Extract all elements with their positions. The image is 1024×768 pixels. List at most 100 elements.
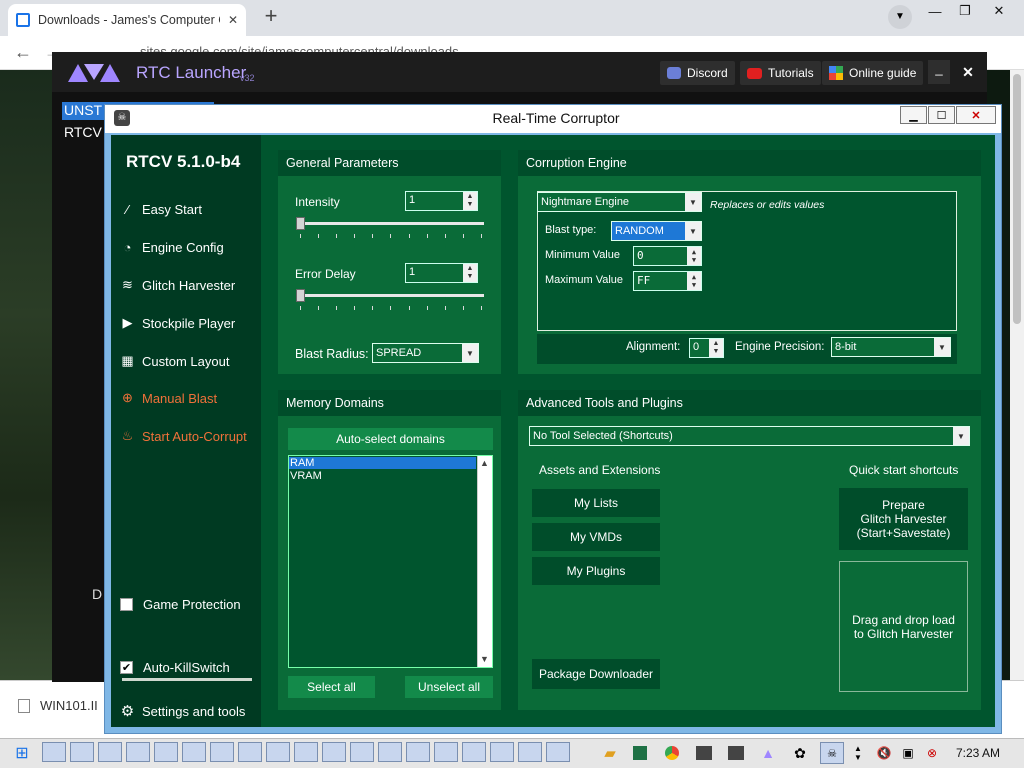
window-icon[interactable]	[434, 742, 458, 762]
window-icon[interactable]	[322, 742, 346, 762]
my-plugins-button[interactable]: My Plugins	[532, 557, 660, 585]
window-icon[interactable]	[350, 742, 374, 762]
scroll-up-icon[interactable]: ▲	[478, 458, 491, 468]
download-item[interactable]: WIN101.II	[18, 698, 98, 713]
checkbox-box[interactable]	[120, 597, 133, 611]
sidebar-item-stockpile-player[interactable]: ▶ Stockpile Player	[120, 312, 236, 334]
maximum-value-input[interactable]: FF ▲ ▼	[633, 271, 702, 291]
7zip-icon[interactable]	[724, 742, 748, 764]
my-lists-button[interactable]: My Lists	[532, 489, 660, 517]
domain-list-scrollbar[interactable]	[477, 456, 492, 667]
select-all-button[interactable]: Select all	[288, 676, 375, 698]
scroll-down-icon[interactable]: ▼	[478, 654, 491, 664]
youtube-icon	[747, 67, 762, 79]
window-icon[interactable]	[518, 742, 542, 762]
network-icon[interactable]: ▣	[896, 742, 920, 764]
window-icon[interactable]	[42, 742, 66, 762]
rtc-maximize-button[interactable]: ☐	[928, 106, 955, 124]
my-vmds-button[interactable]: My VMDs	[532, 523, 660, 551]
window-icon[interactable]	[462, 742, 486, 762]
7zip-icon[interactable]	[692, 742, 716, 764]
tutorials-button[interactable]: Tutorials	[740, 61, 821, 85]
domain-list[interactable]	[288, 455, 493, 668]
game-protection-checkbox[interactable]: Game Protection	[120, 593, 241, 615]
window-icon[interactable]	[154, 742, 178, 762]
tool-select[interactable]: No Tool Selected (Shortcuts) ▼	[529, 426, 970, 446]
spinner-arrows-icon[interactable]: ▲ ▼	[463, 192, 477, 210]
window-icon[interactable]	[546, 742, 570, 762]
error-delay-input[interactable]: 1 ▲ ▼	[405, 263, 478, 283]
app-icon[interactable]: ▲	[756, 742, 780, 764]
prepare-glitch-harvester-button[interactable]: Prepare Glitch Harvester (Start+Savestat…	[839, 488, 968, 550]
chevron-down-icon: ▼	[462, 344, 478, 362]
close-button[interactable]: ✕	[984, 0, 1014, 22]
drag-drop-zone[interactable]: Drag and drop load to Glitch Harvester	[839, 561, 968, 692]
alignment-input[interactable]: 0 ▲ ▼	[689, 338, 724, 358]
rtc-taskbar-icon[interactable]: ☠	[820, 742, 844, 764]
back-arrow-icon[interactable]: ←	[14, 42, 32, 63]
blast-radius-select[interactable]: SPREAD ▼	[372, 343, 479, 363]
tab-close-icon[interactable]: ✕	[228, 13, 238, 27]
error-delay-slider-thumb[interactable]	[296, 289, 305, 302]
start-icon[interactable]: ⊞	[10, 742, 34, 764]
launcher-close-button[interactable]: ✕	[956, 60, 980, 84]
spinner-arrows-icon[interactable]: ▲ ▼	[463, 264, 477, 282]
spinner-arrows-icon[interactable]: ▲ ▼	[687, 247, 701, 265]
package-downloader-button[interactable]: Package Downloader	[532, 659, 660, 689]
engine-precision-select[interactable]: 8-bit ▼	[831, 337, 951, 357]
window-icon[interactable]	[182, 742, 206, 762]
page-scrollbar[interactable]	[1010, 70, 1024, 680]
spinner-arrows-icon[interactable]: ▲ ▼	[687, 272, 701, 290]
alert-icon[interactable]: ⊗	[920, 742, 944, 764]
window-icon[interactable]	[490, 742, 514, 762]
intensity-slider-track[interactable]	[296, 222, 484, 225]
excel-icon[interactable]	[628, 742, 652, 764]
settings-and-tools-button[interactable]: ⚙ Settings and tools	[120, 700, 246, 722]
taskbar-clock[interactable]: 7:23 AM	[956, 746, 1000, 760]
sidebar-item-manual-blast[interactable]: ⊕ Manual Blast	[120, 387, 217, 409]
window-icon[interactable]	[210, 742, 234, 762]
sidebar-item-easy-start[interactable]: ⁄ Easy Start	[120, 198, 202, 220]
error-delay-slider-track[interactable]	[296, 294, 484, 297]
minimum-value-input[interactable]: 0 ▲ ▼	[633, 246, 702, 266]
chrome-icon[interactable]	[660, 742, 684, 764]
tab-search-button[interactable]: ▼	[888, 5, 912, 29]
browser-tab[interactable]: Downloads - James's Computer C ✕	[8, 4, 246, 36]
maximize-button[interactable]: ❐	[950, 0, 980, 22]
unselect-all-button[interactable]: Unselect all	[405, 676, 493, 698]
spinner-arrows-icon[interactable]: ▲ ▼	[709, 339, 723, 357]
sidebar-item-engine-config[interactable]: ◔ Engine Config	[120, 236, 224, 258]
volume-icon[interactable]: 🔇	[872, 742, 896, 764]
chevron-down-icon: ▼	[895, 11, 905, 22]
checkbox-box[interactable]: ✔	[120, 660, 133, 674]
rtc-close-button[interactable]: ✕	[956, 106, 996, 124]
window-icon[interactable]	[126, 742, 150, 762]
sidebar-item-auto-corrupt[interactable]: ♨ Start Auto-Corrupt	[120, 425, 247, 447]
window-icon[interactable]	[98, 742, 122, 762]
discord-button[interactable]: Discord	[660, 61, 735, 85]
blast-type-select[interactable]: RANDOM ▼	[611, 221, 702, 241]
folder-icon[interactable]: ▰	[598, 742, 622, 764]
launcher-minimize-button[interactable]: _	[928, 60, 950, 84]
minimize-button[interactable]: —	[920, 0, 950, 22]
intensity-slider-thumb[interactable]	[296, 217, 305, 230]
sidebar-item-glitch-harvester[interactable]: ≋ Glitch Harvester	[120, 274, 235, 296]
window-icon[interactable]	[294, 742, 318, 762]
new-tab-button[interactable]: +	[258, 4, 284, 30]
window-icon[interactable]	[238, 742, 262, 762]
intensity-input[interactable]: 1 ▲ ▼	[405, 191, 478, 211]
window-icon[interactable]	[406, 742, 430, 762]
list-item[interactable]: VRAM	[289, 470, 476, 482]
window-icon[interactable]	[70, 742, 94, 762]
window-icon[interactable]	[378, 742, 402, 762]
sidebar-item-custom-layout[interactable]: ▦ Custom Layout	[120, 350, 229, 372]
auto-select-domains-button[interactable]: Auto-select domains	[288, 428, 493, 450]
auto-killswitch-checkbox[interactable]: ✔ Auto-KillSwitch	[120, 656, 230, 678]
rtc-minimize-button[interactable]: ▁	[900, 106, 927, 124]
settings-icon[interactable]: ✿	[788, 742, 812, 764]
engine-select[interactable]: Nightmare Engine ▼	[537, 192, 702, 212]
online-guide-button[interactable]: Online guide	[822, 61, 924, 85]
list-item[interactable]: RAM	[289, 457, 476, 469]
taskbar-scroll-icon[interactable]: ▲ ▼	[850, 742, 866, 764]
window-icon[interactable]	[266, 742, 290, 762]
